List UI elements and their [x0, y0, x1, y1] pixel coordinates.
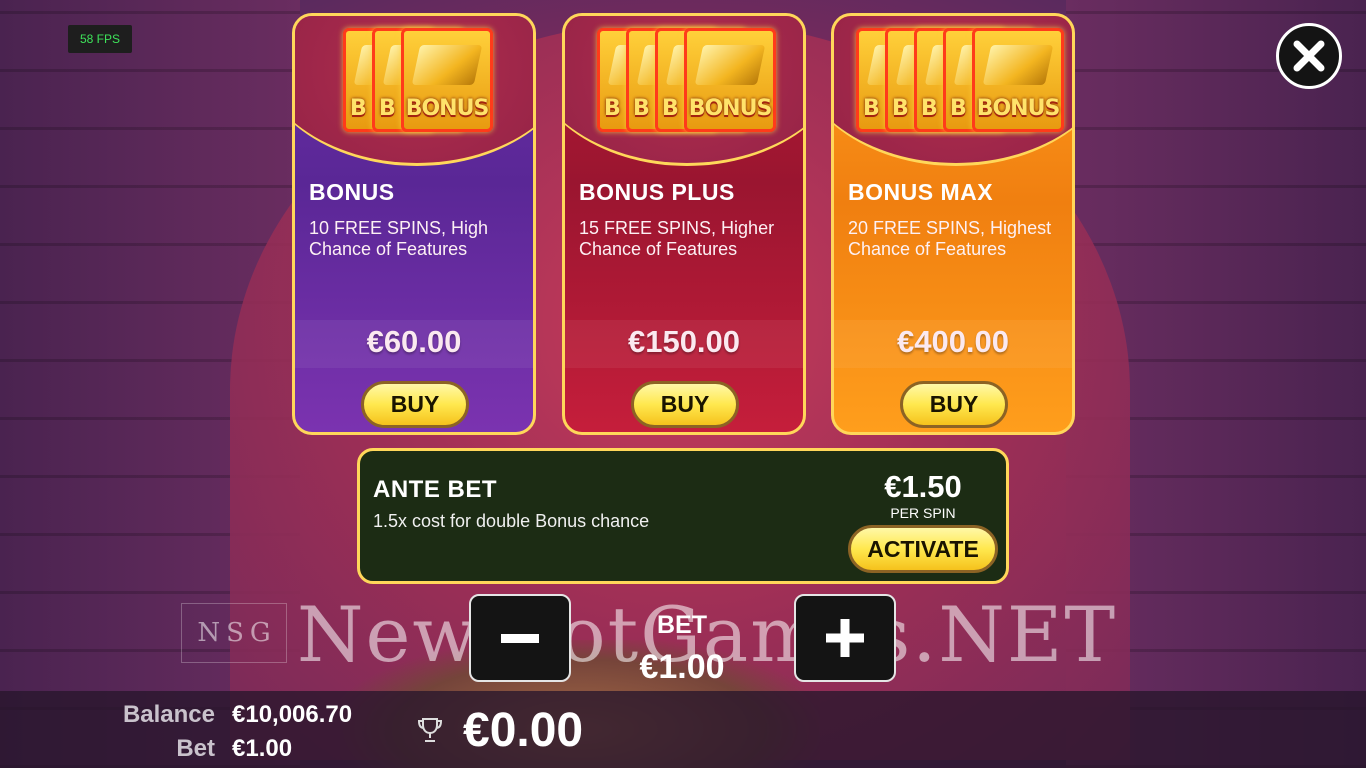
- card-price: €60.00: [366, 324, 462, 359]
- bet-summary-label: Bet: [176, 735, 215, 762]
- decrease-bet-button[interactable]: [469, 594, 571, 682]
- buy-bonus-max-button[interactable]: BUY: [900, 381, 1008, 428]
- bonus-symbol-label: BONUS: [976, 96, 1061, 121]
- card-title: BONUS: [309, 179, 395, 205]
- gold-bar-icon: [411, 45, 483, 85]
- balance-label: Balance: [122, 701, 215, 728]
- balance-value: €10,006.70: [232, 701, 353, 728]
- card-description: 10 FREE SPINS, High Chance of Features: [309, 218, 489, 259]
- buy-bonus-button[interactable]: BUY: [361, 381, 469, 428]
- bonus-symbol-label: BONUS: [688, 96, 773, 121]
- ante-bet-panel: ANTE BET 1.5x cost for double Bonus chan…: [357, 448, 1009, 584]
- watermark-logo-letter: G: [249, 618, 271, 648]
- win-amount: €0.00: [463, 704, 584, 757]
- trophy-icon: [417, 718, 443, 742]
- bonus-max-card: B B B B BONUS BONUS MAX 20 FREE SPINS, Highe…: [831, 13, 1075, 435]
- close-button[interactable]: [1276, 23, 1342, 89]
- bonus-symbol: BONUS: [972, 28, 1064, 132]
- ante-bet-description: 1.5x cost for double Bonus chance: [373, 511, 650, 531]
- activate-ante-button[interactable]: ACTIVATE: [848, 525, 998, 573]
- plus-icon: [826, 619, 864, 657]
- increase-bet-button[interactable]: [794, 594, 896, 682]
- bonus-symbol-label: BONUS: [405, 96, 490, 121]
- bonus-symbol: BONUS: [684, 28, 776, 132]
- ante-bet-price: €1.50: [884, 469, 962, 504]
- gold-bar-icon: [694, 45, 766, 85]
- buy-bonus-plus-button[interactable]: BUY: [631, 381, 739, 428]
- bonus-plus-card: B B B BONUS BONUS PLUS 15 FREE SPINS, Highe…: [562, 13, 806, 435]
- watermark-logo-letter: N: [197, 618, 221, 648]
- watermark-logo-letter: S: [226, 618, 244, 648]
- ante-bet-per-spin: PER SPIN: [890, 505, 956, 521]
- bet-value: €1.00: [639, 648, 725, 686]
- bet-label: BET: [657, 611, 707, 639]
- fps-counter: 58 FPS: [68, 25, 132, 53]
- bonus-symbol: BONUS: [401, 28, 493, 132]
- watermark-logo: N S G: [181, 603, 287, 663]
- close-icon: [1293, 40, 1325, 72]
- card-description: 15 FREE SPINS, Higher Chance of Features: [579, 218, 775, 259]
- minus-icon: [501, 634, 539, 643]
- bet-summary-value: €1.00: [232, 735, 293, 762]
- gold-bar-icon: [982, 45, 1054, 85]
- card-description: 20 FREE SPINS, Highest Chance of Feature…: [848, 218, 1052, 259]
- ante-bet-title: ANTE BET: [373, 476, 497, 503]
- card-title: BONUS PLUS: [579, 179, 735, 205]
- bonus-card: B B BONUS BONUS 10 FREE SPINS, High Chance…: [292, 13, 536, 435]
- card-title: BONUS MAX: [848, 179, 994, 205]
- card-price: €150.00: [627, 324, 741, 359]
- card-price: €400.00: [896, 324, 1010, 359]
